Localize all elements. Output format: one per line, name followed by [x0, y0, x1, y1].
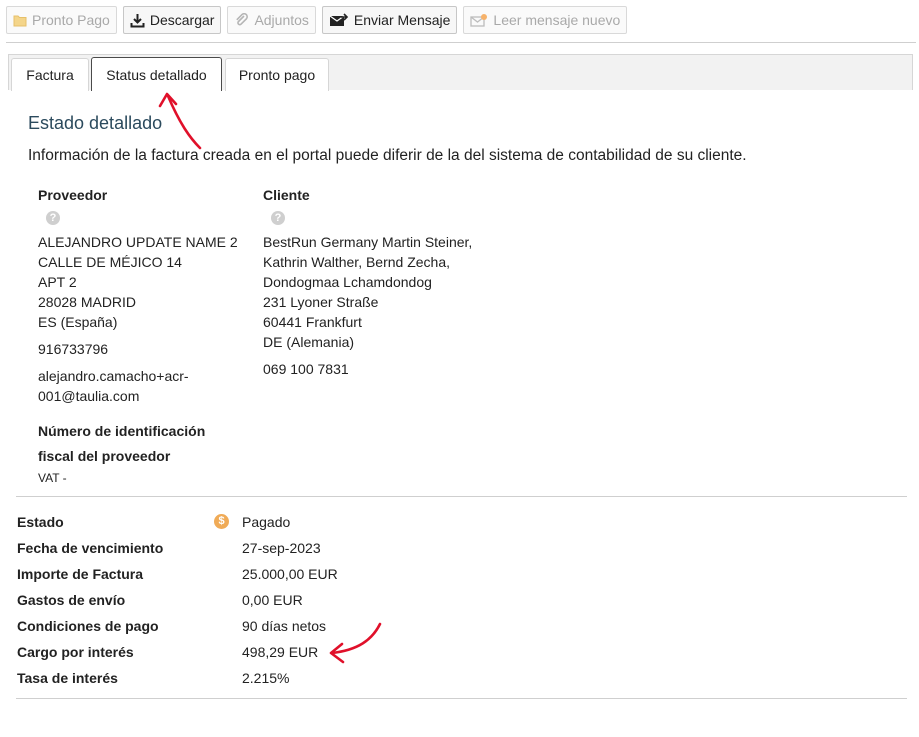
- download-icon: [130, 13, 145, 28]
- detail-value: 0,00 EUR: [242, 592, 303, 608]
- detail-value: 90 días netos: [242, 618, 327, 634]
- divider: [16, 698, 907, 699]
- enviar-mensaje-label: Enviar Mensaje: [353, 12, 451, 28]
- cliente-address-line: Kathrin Walther, Bernd Zecha,: [263, 254, 451, 270]
- proveedor-block: Proveedor ? ALEJANDRO UPDATE NAME 2 CALL…: [38, 185, 238, 406]
- vat-label: Número de identificación fiscal del prov…: [38, 419, 205, 469]
- vat-value: VAT -: [38, 471, 67, 485]
- paperclip-icon: [234, 12, 249, 28]
- envelope-new-icon: [470, 13, 488, 28]
- detail-label: Cargo por interés: [17, 644, 134, 660]
- vat-label-line: Número de identificación: [38, 423, 206, 439]
- annotation-arrow-icon: [329, 622, 382, 664]
- info-text: Información de la factura creada en el p…: [28, 147, 747, 164]
- proveedor-heading: Proveedor: [38, 187, 108, 203]
- dollar-icon: $: [214, 514, 229, 529]
- proveedor-address-line: 28028 MADRID: [38, 294, 137, 310]
- detail-value: Pagado: [242, 514, 291, 530]
- descargar-button[interactable]: Descargar: [122, 6, 222, 34]
- pronto-pago-button[interactable]: Pronto Pago: [6, 6, 117, 34]
- detail-label: Gastos de envío: [17, 592, 126, 608]
- adjuntos-label: Adjuntos: [254, 12, 309, 28]
- detail-label: Tasa de interés: [17, 670, 118, 686]
- detail-value: 25.000,00 EUR: [242, 566, 338, 582]
- leer-mensaje-label: Leer mensaje nuevo: [493, 12, 621, 28]
- tab-factura[interactable]: Factura: [11, 58, 89, 91]
- leer-mensaje-button[interactable]: Leer mensaje nuevo: [463, 6, 628, 34]
- vat-label-line: fiscal del proveedor: [38, 448, 171, 464]
- proveedor-address-line: CALLE DE MÉJICO 14: [38, 254, 182, 270]
- proveedor-address-line: ES (España): [38, 314, 118, 330]
- detail-value: 27-sep-2023: [242, 540, 321, 556]
- detail-label: Estado: [17, 514, 64, 530]
- detail-value: 2.215%: [242, 670, 290, 686]
- tab-bar: Factura Status detallado Pronto pago: [8, 54, 913, 91]
- folder-icon: [13, 14, 27, 27]
- cliente-phone: 069 100 7831: [263, 361, 349, 377]
- proveedor-phone: 916733796: [38, 341, 109, 357]
- help-icon[interactable]: ?: [271, 211, 285, 225]
- detail-label: Condiciones de pago: [17, 618, 159, 634]
- detail-label: Fecha de vencimiento: [17, 540, 164, 556]
- toolbar: Pronto Pago Descargar Adjuntos Enviar Me…: [6, 6, 628, 36]
- proveedor-address-line: ALEJANDRO UPDATE NAME 2: [38, 234, 238, 250]
- cliente-address-line: BestRun Germany Martin Steiner,: [263, 234, 473, 250]
- envelope-send-icon: [329, 12, 349, 28]
- cliente-address-line: 60441 Frankfurt: [263, 314, 362, 330]
- cliente-block: Cliente ? BestRun Germany Martin Steiner…: [263, 185, 523, 379]
- cliente-address-line: Dondogmaa Lchamdondog: [263, 274, 432, 290]
- help-icon[interactable]: ?: [46, 211, 60, 225]
- proveedor-email-line: alejandro.camacho+acr-: [38, 368, 189, 384]
- toolbar-divider: [6, 42, 916, 43]
- detail-value: 498,29 EUR: [242, 644, 319, 660]
- adjuntos-button[interactable]: Adjuntos: [227, 6, 316, 34]
- cliente-address-line: DE (Alemania): [263, 334, 355, 350]
- descargar-label: Descargar: [149, 12, 215, 28]
- cliente-address-line: 231 Lyoner Straße: [263, 294, 379, 310]
- cliente-heading: Cliente: [263, 187, 310, 203]
- proveedor-email-line: 001@taulia.com: [38, 388, 140, 404]
- pronto-pago-label: Pronto Pago: [32, 12, 110, 28]
- divider: [16, 496, 907, 497]
- section-title: Estado detallado: [28, 113, 163, 133]
- detail-label: Importe de Factura: [17, 566, 144, 582]
- enviar-mensaje-button[interactable]: Enviar Mensaje: [321, 6, 458, 34]
- tab-status-detallado[interactable]: Status detallado: [91, 57, 222, 91]
- tab-pronto-pago[interactable]: Pronto pago: [225, 58, 329, 91]
- proveedor-address-line: APT 2: [38, 274, 77, 290]
